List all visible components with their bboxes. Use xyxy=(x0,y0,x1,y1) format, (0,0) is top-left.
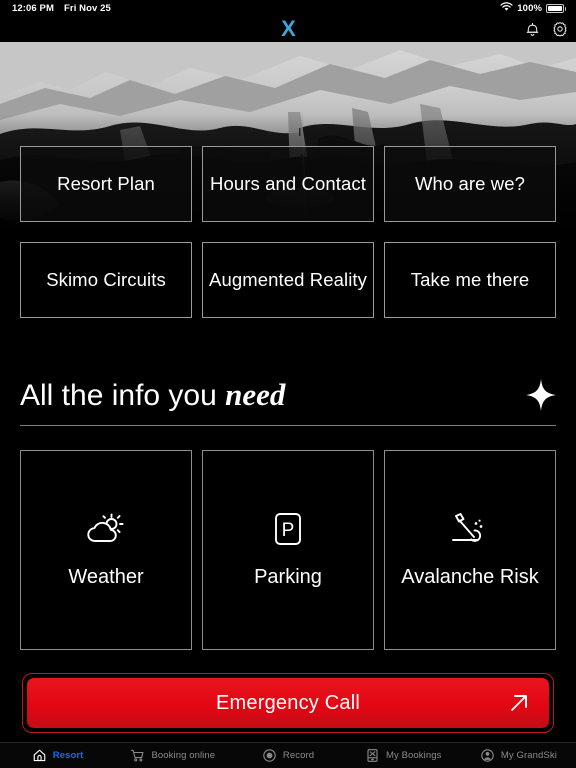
info-section-header: All the info you need xyxy=(20,377,556,422)
quick-action-resort-plan[interactable]: Resort Plan xyxy=(20,146,192,222)
tab-label-resort: Resort xyxy=(52,750,84,761)
account-icon xyxy=(480,748,495,763)
tab-my-bookings[interactable]: My Bookings xyxy=(346,743,461,768)
record-icon xyxy=(262,748,277,763)
svg-text:P: P xyxy=(282,520,295,541)
section-divider xyxy=(20,425,556,426)
home-icon xyxy=(32,748,47,763)
tab-booking-online[interactable]: Booking online xyxy=(115,743,230,768)
parking-p-icon: P xyxy=(271,509,305,549)
quick-action-take-me-there[interactable]: Take me there xyxy=(384,242,556,318)
tab-label-record: Record xyxy=(282,750,315,761)
info-card-label-avalanche-risk: Avalanche Risk xyxy=(401,566,539,588)
cart-icon xyxy=(130,748,145,763)
ticket-icon xyxy=(365,748,380,763)
arrow-up-right-icon xyxy=(507,691,531,715)
bottom-tab-bar: Resort Booking online Record My Bookings… xyxy=(0,742,576,768)
app-bar: X xyxy=(0,16,576,42)
avalanche-icon xyxy=(447,509,493,549)
info-card-label-parking: Parking xyxy=(254,566,322,588)
quick-action-hours-and-contact[interactable]: Hours and Contact xyxy=(202,146,374,222)
info-card-avalanche-risk[interactable]: Avalanche Risk xyxy=(384,450,556,650)
section-title-emphasis: need xyxy=(225,377,286,412)
tab-record[interactable]: Record xyxy=(230,743,345,768)
app-screen: 12:06 PM Fri Nov 25 100% X Resort Plan H… xyxy=(0,0,576,768)
emergency-call-button[interactable]: Emergency Call xyxy=(27,678,549,728)
battery-full-icon xyxy=(546,3,566,13)
tab-label-my-bookings: My Bookings xyxy=(385,750,442,761)
info-card-parking[interactable]: P Parking xyxy=(202,450,374,650)
tab-resort[interactable]: Resort xyxy=(0,743,115,768)
info-card-label-weather: Weather xyxy=(68,566,144,588)
tab-label-my-grandski: My GrandSki xyxy=(500,750,557,761)
emergency-call-frame: Emergency Call xyxy=(22,673,554,733)
status-time: 12:06 PM xyxy=(12,2,54,14)
quick-actions-row-2: Skimo Circuits Augmented Reality Take me… xyxy=(0,242,576,318)
tab-my-grandski[interactable]: My GrandSki xyxy=(461,743,576,768)
page-title: All the info you need xyxy=(20,377,286,412)
section-title-plain: All the info you xyxy=(20,379,226,412)
gear-icon[interactable] xyxy=(552,21,568,37)
wifi-icon xyxy=(500,1,513,15)
quick-action-who-are-we[interactable]: Who are we? xyxy=(384,146,556,222)
status-date: Fri Nov 25 xyxy=(64,2,111,14)
status-bar: 12:06 PM Fri Nov 25 100% xyxy=(0,0,576,16)
bell-icon[interactable] xyxy=(525,21,540,37)
cloud-sun-icon xyxy=(84,509,128,549)
quick-actions-row-1: Resort Plan Hours and Contact Who are we… xyxy=(0,146,576,222)
emergency-call-label: Emergency Call xyxy=(216,691,360,714)
app-logo[interactable]: X xyxy=(281,18,296,40)
battery-percent: 100% xyxy=(517,2,542,14)
info-cards-grid: Weather P Parking Avalanche Risk xyxy=(0,450,576,650)
sparkle-star-icon xyxy=(526,379,556,412)
tab-label-booking-online: Booking online xyxy=(151,750,216,761)
info-card-weather[interactable]: Weather xyxy=(20,450,192,650)
quick-action-skimo-circuits[interactable]: Skimo Circuits xyxy=(20,242,192,318)
quick-action-augmented-reality[interactable]: Augmented Reality xyxy=(202,242,374,318)
